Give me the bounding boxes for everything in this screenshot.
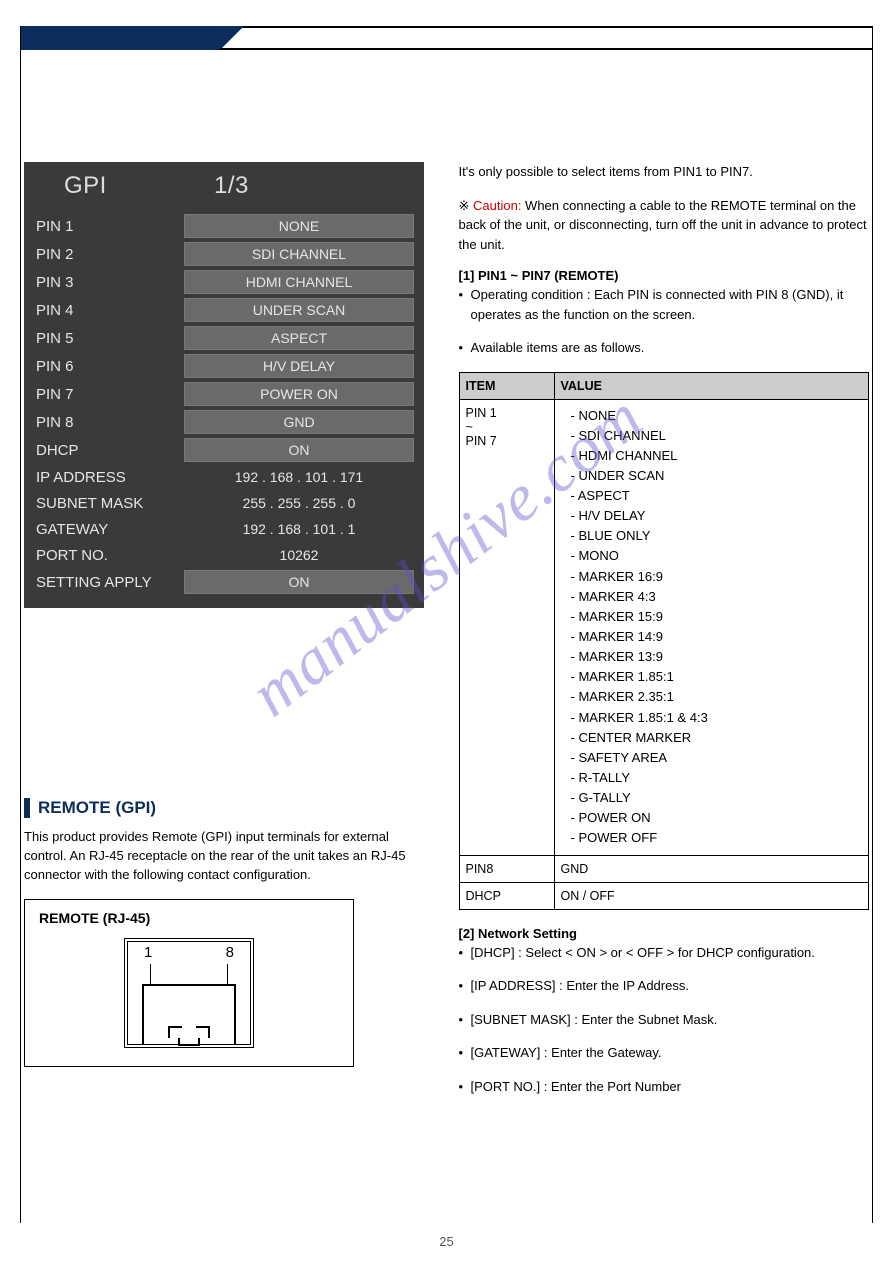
rj45-connector-diagram: 1 8 — [124, 938, 254, 1048]
caution-text: ※ Caution: When connecting a cable to th… — [459, 196, 870, 255]
pin-value-item: SDI CHANNEL — [571, 426, 863, 446]
pin-hint: It's only possible to select items from … — [459, 162, 870, 182]
gpi-pager: 1/3 — [214, 172, 249, 200]
network-item: [IP ADDRESS] : Enter the IP Address. — [459, 976, 870, 996]
pin-value-item: SAFETY AREA — [571, 748, 863, 768]
pin-values-cell: NONESDI CHANNELHDMI CHANNELUNDER SCANASP… — [554, 399, 869, 855]
page-number: 25 — [0, 1234, 893, 1249]
pin-value-item: UNDER SCAN — [571, 466, 863, 486]
gpi-row-label: DHCP — [34, 442, 184, 459]
pin-value-item: CENTER MARKER — [571, 728, 863, 748]
gpi-row-value[interactable]: H/V DELAY — [184, 354, 414, 378]
remote-description: This product provides Remote (GPI) input… — [24, 828, 435, 885]
table-cell: PIN8 — [459, 855, 554, 882]
table-row: PIN8 GND — [459, 855, 869, 882]
section-1-b1: Operating condition : Each PIN is connec… — [459, 285, 870, 324]
gpi-row-label: PIN 7 — [34, 386, 184, 403]
gpi-netrow-value: 192 . 168 . 101 . 1 — [184, 518, 414, 540]
gpi-row-value[interactable]: POWER ON — [184, 382, 414, 406]
gpi-row-value[interactable]: ON — [184, 570, 414, 594]
pin-value-item: MARKER 16:9 — [571, 567, 863, 587]
pin-value-item: POWER ON — [571, 808, 863, 828]
remote-box-title: REMOTE (RJ-45) — [39, 910, 339, 926]
pin-value-item: POWER OFF — [571, 828, 863, 848]
pin-value-item: MARKER 2.35:1 — [571, 687, 863, 707]
pin-value-item: MONO — [571, 546, 863, 566]
gpi-row-value[interactable]: ASPECT — [184, 326, 414, 350]
gpi-panel: GPI 1/3 PIN 1NONE PIN 2SDI CHANNEL PIN 3… — [24, 162, 424, 608]
network-item: [DHCP] : Select < ON > or < OFF > for DH… — [459, 943, 870, 963]
network-item: [SUBNET MASK] : Enter the Subnet Mask. — [459, 1010, 870, 1030]
gpi-row-label: PIN 4 — [34, 302, 184, 319]
gpi-row-value[interactable]: ON — [184, 438, 414, 462]
gpi-row-label: PIN 8 — [34, 414, 184, 431]
network-heading: [2] Network Setting — [459, 926, 870, 941]
pin-value-item: NONE — [571, 406, 863, 426]
gpi-row-value[interactable]: NONE — [184, 214, 414, 238]
gpi-row-value[interactable]: SDI CHANNEL — [184, 242, 414, 266]
remote-diagram-box: REMOTE (RJ-45) 1 8 — [24, 899, 354, 1067]
table-row: DHCP ON / OFF — [459, 882, 869, 909]
gpi-title: GPI — [64, 172, 214, 200]
pin-value-item: MARKER 15:9 — [571, 607, 863, 627]
gpi-row-label: PIN 2 — [34, 246, 184, 263]
gpi-row-label: PIN 3 — [34, 274, 184, 291]
table-row: PIN 1~PIN 7 NONESDI CHANNELHDMI CHANNELU… — [459, 399, 869, 855]
network-item: [PORT NO.] : Enter the Port Number — [459, 1077, 870, 1097]
network-item: [GATEWAY] : Enter the Gateway. — [459, 1043, 870, 1063]
gpi-row-label: PIN 5 — [34, 330, 184, 347]
pin-value-item: ASPECT — [571, 486, 863, 506]
gpi-netrow-label: GATEWAY — [34, 521, 184, 538]
table-cell: ON / OFF — [554, 882, 869, 909]
gpi-netrow-value: 10262 — [184, 544, 414, 566]
gpi-netrow-value: 192 . 168 . 101 . 171 — [184, 466, 414, 488]
pin-value-item: MARKER 1.85:1 & 4:3 — [571, 708, 863, 728]
pin-range-cell: PIN 1~PIN 7 — [459, 399, 554, 855]
table-header-value: VALUE — [554, 372, 869, 399]
pin-value-item: R-TALLY — [571, 768, 863, 788]
section-1-heading: [1] PIN1 ~ PIN7 (REMOTE) — [459, 268, 870, 283]
pin-table: ITEM VALUE PIN 1~PIN 7 NONESDI CHANNELHD… — [459, 372, 870, 910]
pin-value-item: MARKER 4:3 — [571, 587, 863, 607]
gpi-netrow-value: 255 . 255 . 255 . 0 — [184, 492, 414, 514]
pin-value-item: BLUE ONLY — [571, 526, 863, 546]
gpi-netrow-label: SUBNET MASK — [34, 495, 184, 512]
section-1-b2: Available items are as follows. — [459, 338, 870, 358]
pin-value-item: MARKER 13:9 — [571, 647, 863, 667]
rj45-pin1-label: 1 — [144, 944, 152, 961]
gpi-row-label: PIN 1 — [34, 218, 184, 235]
gpi-row-label: PIN 6 — [34, 358, 184, 375]
gpi-row-value[interactable]: GND — [184, 410, 414, 434]
gpi-row-value[interactable]: UNDER SCAN — [184, 298, 414, 322]
table-header-item: ITEM — [459, 372, 554, 399]
rj45-pin8-label: 8 — [226, 944, 234, 961]
table-cell: DHCP — [459, 882, 554, 909]
pin-value-item: MARKER 14:9 — [571, 627, 863, 647]
gpi-netrow-label: PORT NO. — [34, 547, 184, 564]
pin-value-item: HDMI CHANNEL — [571, 446, 863, 466]
pin-value-item: G-TALLY — [571, 788, 863, 808]
table-cell: GND — [554, 855, 869, 882]
gpi-netrow-label: IP ADDRESS — [34, 469, 184, 486]
remote-heading: REMOTE (GPI) — [24, 798, 435, 818]
gpi-row-label: SETTING APPLY — [34, 574, 184, 591]
pin-value-item: H/V DELAY — [571, 506, 863, 526]
pin-value-item: MARKER 1.85:1 — [571, 667, 863, 687]
gpi-row-value[interactable]: HDMI CHANNEL — [184, 270, 414, 294]
